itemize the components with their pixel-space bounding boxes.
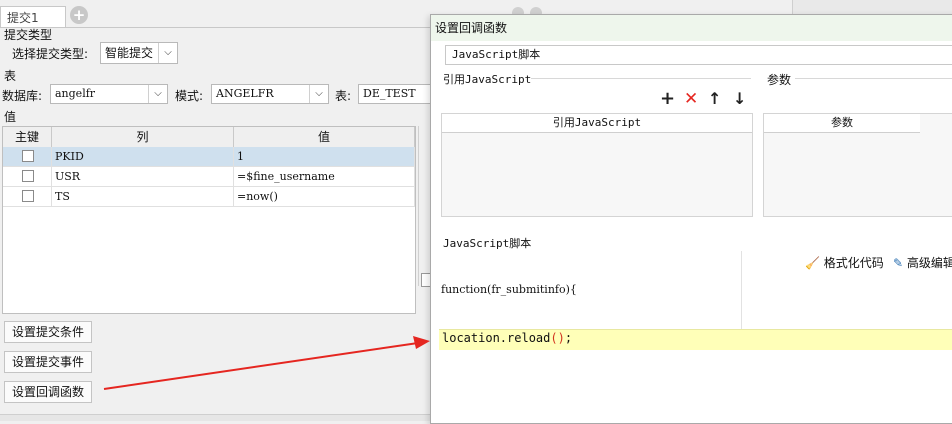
arrow-head (413, 336, 430, 349)
annotation-arrow (103, 336, 430, 390)
arrow-line (103, 342, 419, 390)
